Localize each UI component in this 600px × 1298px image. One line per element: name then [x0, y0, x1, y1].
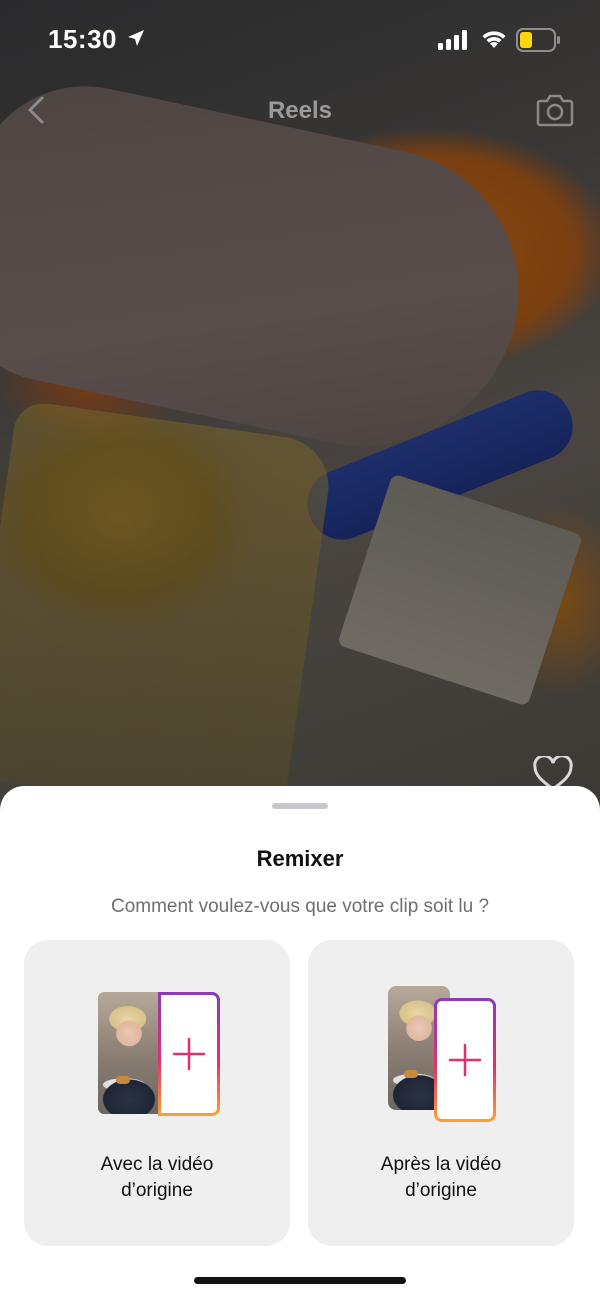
thumbnail-food [116, 1076, 130, 1084]
thumbnail-food [404, 1070, 418, 1078]
new-clip-placeholder [434, 998, 496, 1122]
video-glass-shape [0, 399, 335, 821]
option-after-original-video[interactable]: Après la vidéo d’origine [308, 940, 574, 1246]
home-indicator[interactable] [194, 1277, 406, 1284]
reels-header: Reels [0, 85, 600, 135]
page-title: Reels [267, 97, 333, 124]
new-clip-placeholder [158, 992, 220, 1116]
status-bar: 15:30 [0, 0, 600, 80]
camera-icon[interactable] [536, 93, 574, 127]
screen: 15:30 Reels Remixer Comment voulez-vous … [0, 0, 600, 1298]
option-label: Après la vidéo d’origine [380, 1154, 502, 1201]
plus-icon [448, 1043, 482, 1077]
battery-icon [516, 28, 560, 52]
location-arrow-icon [128, 30, 144, 46]
cellular-signal-icon [438, 30, 467, 50]
wifi-icon [482, 31, 506, 48]
plus-icon [172, 1037, 206, 1071]
sheet-subtitle: Comment voulez-vous que votre clip soit … [110, 896, 490, 917]
sheet-grabber[interactable] [272, 803, 328, 809]
option-label: Avec la vidéo d’origine [100, 1154, 214, 1201]
option-with-original-video[interactable]: Avec la vidéo d’origine [24, 940, 290, 1246]
sheet-title: Remixer [256, 846, 344, 871]
status-time: 15:30 [48, 24, 117, 54]
original-video-thumbnail [98, 992, 160, 1114]
remix-bottom-sheet: Remixer Comment voulez-vous que votre cl… [0, 786, 600, 1298]
